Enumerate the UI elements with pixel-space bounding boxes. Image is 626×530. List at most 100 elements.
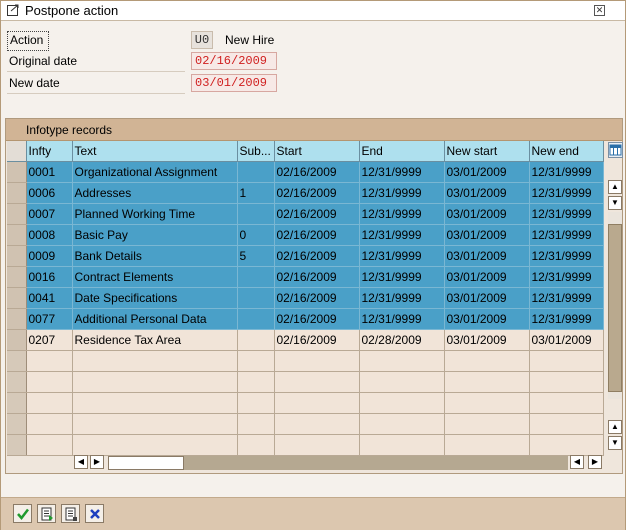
original-date-label: Original date	[7, 52, 185, 72]
empty-cell	[529, 350, 604, 372]
cell-new-end: 03/01/2009	[529, 329, 604, 351]
infotype-grid: Infty Text Sub... Start End New start Ne…	[7, 141, 604, 456]
cell-start: 02/16/2009	[274, 245, 360, 267]
empty-cell	[444, 434, 530, 456]
scroll-page-up-icon[interactable]: ▲	[608, 180, 622, 194]
scroll-left-icon[interactable]: ◀	[570, 455, 584, 469]
close-icon[interactable]: ✕	[594, 5, 605, 16]
cell-subtype: 1	[237, 182, 275, 204]
table-row[interactable]: 0006 Addresses 1 02/16/2009 12/31/9999 03/01/…	[7, 182, 604, 204]
check-icon[interactable]	[13, 504, 32, 523]
column-header-end[interactable]: End	[359, 141, 445, 162]
cell-subtype	[237, 308, 275, 330]
cell-new-start: 03/01/2009	[444, 308, 530, 330]
cell-new-start: 03/01/2009	[444, 224, 530, 246]
cell-infty: 0007	[26, 203, 73, 225]
empty-cell	[529, 413, 604, 435]
empty-cell	[26, 350, 73, 372]
cell-end: 02/28/2009	[359, 329, 445, 351]
row-selector[interactable]	[7, 266, 27, 288]
vertical-scroll-thumb[interactable]	[608, 224, 622, 392]
cell-new-start: 03/01/2009	[444, 245, 530, 267]
cell-end: 12/31/9999	[359, 203, 445, 225]
horizontal-scrollbar[interactable]: ◀ ▶ ◀ ▶	[74, 455, 608, 471]
row-selector[interactable]	[7, 413, 27, 435]
cell-text: Date Specifications	[72, 287, 238, 309]
cell-new-start: 03/01/2009	[444, 203, 530, 225]
row-selector[interactable]	[7, 245, 27, 267]
table-row[interactable]: 0041 Date Specifications 02/16/2009 12/31/9…	[7, 287, 604, 309]
row-selector[interactable]	[7, 161, 27, 183]
column-header-infty[interactable]: Infty	[26, 141, 73, 162]
table-row[interactable]: 0007 Planned Working Time 02/16/2009 12/31/…	[7, 203, 604, 225]
row-selector[interactable]	[7, 329, 27, 351]
cell-subtype	[237, 287, 275, 309]
action-text: New Hire	[225, 33, 275, 47]
scroll-down-icon[interactable]: ▼	[608, 436, 622, 450]
horizontal-scroll-track[interactable]	[108, 456, 568, 470]
empty-cell	[237, 434, 275, 456]
row-selector[interactable]	[7, 308, 27, 330]
cell-new-end: 12/31/9999	[529, 182, 604, 204]
table-caption: Infotype records	[6, 119, 622, 141]
cell-text: Residence Tax Area	[72, 329, 238, 351]
empty-cell	[359, 371, 445, 393]
column-header-subtype[interactable]: Sub...	[237, 141, 275, 162]
table-caption-text: Infotype records	[26, 123, 113, 137]
empty-cell	[237, 350, 275, 372]
vertical-scroll-track[interactable]	[608, 212, 622, 399]
cell-subtype: 0	[237, 224, 275, 246]
column-header-start[interactable]: Start	[274, 141, 360, 162]
cell-new-start: 03/01/2009	[444, 182, 530, 204]
column-settings-icon[interactable]	[608, 142, 623, 158]
cell-text: Bank Details	[72, 245, 238, 267]
empty-row	[7, 392, 604, 414]
table-row[interactable]: 0077 Additional Personal Data 02/16/2009 12…	[7, 308, 604, 330]
table-row[interactable]: 0016 Contract Elements 02/16/2009 12/31/999…	[7, 266, 604, 288]
column-header-new-end[interactable]: New end	[529, 141, 604, 162]
row-selector[interactable]	[7, 371, 27, 393]
horizontal-scroll-rest	[184, 456, 568, 470]
column-header-text[interactable]: Text	[72, 141, 238, 162]
scroll-down-up-icon[interactable]: ▲	[608, 420, 622, 434]
empty-cell	[359, 434, 445, 456]
cell-subtype	[237, 161, 275, 183]
cell-new-end: 12/31/9999	[529, 287, 604, 309]
column-header-new-start[interactable]: New start	[444, 141, 530, 162]
cell-end: 12/31/9999	[359, 161, 445, 183]
scroll-first-left-icon[interactable]: ◀	[74, 455, 88, 469]
row-selector[interactable]	[7, 203, 27, 225]
table-row[interactable]: 0001 Organizational Assignment 02/16/2009 1…	[7, 161, 604, 183]
scroll-up-icon[interactable]: ▼	[608, 196, 622, 210]
horizontal-scroll-thumb[interactable]	[108, 456, 184, 470]
cell-infty: 0008	[26, 224, 73, 246]
copy-list-icon[interactable]	[61, 504, 80, 523]
row-selector[interactable]	[7, 350, 27, 372]
row-selector[interactable]	[7, 182, 27, 204]
cell-new-end: 12/31/9999	[529, 266, 604, 288]
row-selector[interactable]	[7, 287, 27, 309]
cell-new-end: 12/31/9999	[529, 245, 604, 267]
table-row[interactable]: 0009 Bank Details 5 02/16/2009 12/31/9999 03/…	[7, 245, 604, 267]
cell-text: Planned Working Time	[72, 203, 238, 225]
row-selector[interactable]	[7, 392, 27, 414]
save-list-icon[interactable]	[37, 504, 56, 523]
empty-cell	[274, 371, 360, 393]
empty-cell	[359, 413, 445, 435]
vertical-scrollbar[interactable]: ▲ ▼ ▲ ▼	[607, 141, 623, 450]
row-selector[interactable]	[7, 434, 27, 456]
scroll-first-right-icon[interactable]: ▶	[90, 455, 104, 469]
select-all-cell[interactable]	[7, 141, 27, 162]
table-row[interactable]: 0008 Basic Pay 0 02/16/2009 12/31/9999 03/01/…	[7, 224, 604, 246]
scroll-right-icon[interactable]: ▶	[588, 455, 602, 469]
cancel-icon[interactable]	[85, 504, 104, 523]
cell-text: Additional Personal Data	[72, 308, 238, 330]
new-date-field: 03/01/2009	[191, 74, 277, 92]
cell-infty: 0009	[26, 245, 73, 267]
cell-start: 02/16/2009	[274, 329, 360, 351]
row-selector[interactable]	[7, 224, 27, 246]
cell-start: 02/16/2009	[274, 161, 360, 183]
empty-cell	[237, 371, 275, 393]
original-date-field: 02/16/2009	[191, 52, 277, 70]
table-row[interactable]: 0207 Residence Tax Area 02/16/2009 02/28/20…	[7, 329, 604, 351]
